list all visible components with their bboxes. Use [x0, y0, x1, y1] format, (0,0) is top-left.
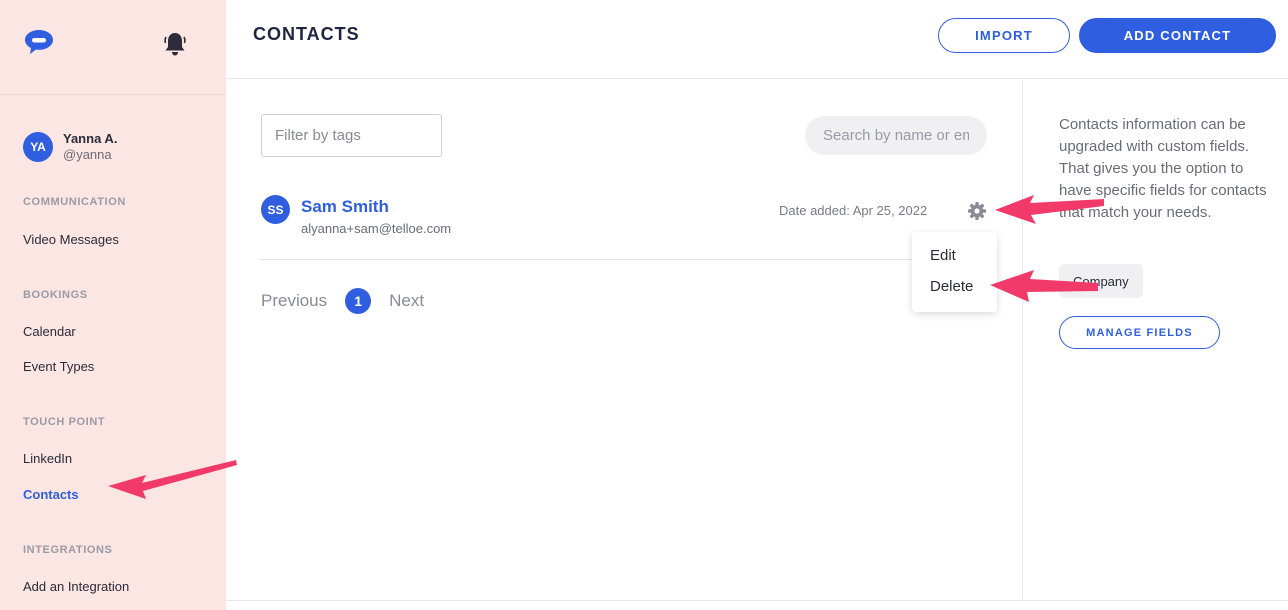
pagination-previous[interactable]: Previous [261, 291, 327, 311]
sidebar-item-contacts[interactable]: Contacts [23, 487, 79, 502]
section-title-integrations: INTEGRATIONS [23, 544, 113, 556]
contact-email: alyanna+sam@telloe.com [301, 221, 452, 236]
page-header: CONTACTS IMPORT ADD CONTACT [226, 0, 1288, 79]
user-name: Yanna A. [63, 131, 118, 146]
field-chip-company: Company [1059, 264, 1143, 298]
contact-avatar: SS [261, 195, 290, 224]
custom-fields-panel: Contacts information can be upgraded wit… [1022, 80, 1288, 600]
menu-item-delete[interactable]: Delete [930, 278, 973, 295]
divider [226, 600, 1288, 601]
contact-name[interactable]: Sam Smith [301, 197, 389, 217]
sidebar-item-linkedin[interactable]: LinkedIn [23, 451, 72, 466]
bell-icon[interactable] [163, 31, 187, 57]
contact-actions-menu: Edit Delete [912, 232, 997, 312]
user-handle: @yanna [63, 147, 112, 162]
section-title-communication: COMMUNICATION [23, 196, 126, 208]
manage-fields-button[interactable]: MANAGE FIELDS [1059, 316, 1220, 349]
add-contact-button[interactable]: ADD CONTACT [1079, 18, 1276, 53]
import-button[interactable]: IMPORT [938, 18, 1070, 53]
table-row[interactable]: SS Sam Smith alyanna+sam@telloe.com Date… [261, 193, 987, 260]
sidebar-item-video-messages[interactable]: Video Messages [23, 232, 119, 247]
filter-tags-input[interactable] [261, 114, 442, 157]
gear-icon[interactable] [967, 201, 987, 221]
page-title: CONTACTS [253, 24, 360, 44]
pagination-page-1[interactable]: 1 [345, 288, 372, 314]
chat-bubble-icon[interactable] [23, 28, 55, 56]
sidebar-item-add-integration[interactable]: Add an Integration [23, 579, 129, 594]
avatar: YA [23, 132, 53, 162]
search-input[interactable] [805, 116, 987, 155]
custom-fields-description: Contacts information can be upgraded wit… [1059, 116, 1267, 221]
user-profile[interactable]: YA Yanna A. @yanna [23, 131, 117, 163]
pagination: Previous 1 Next [261, 288, 424, 314]
sidebar-item-calendar[interactable]: Calendar [23, 324, 76, 339]
section-title-touch-point: TOUCH POINT [23, 416, 106, 428]
menu-item-edit[interactable]: Edit [930, 247, 956, 264]
sidebar-header [0, 0, 226, 95]
pagination-next[interactable]: Next [389, 291, 424, 311]
contact-date-added: Date added: Apr 25, 2022 [779, 203, 928, 218]
sidebar: YA Yanna A. @yanna COMMUNICATION Video M… [0, 0, 226, 610]
contacts-main: SS Sam Smith alyanna+sam@telloe.com Date… [226, 80, 1022, 600]
section-title-bookings: BOOKINGS [23, 289, 88, 301]
sidebar-item-event-types[interactable]: Event Types [23, 359, 94, 374]
